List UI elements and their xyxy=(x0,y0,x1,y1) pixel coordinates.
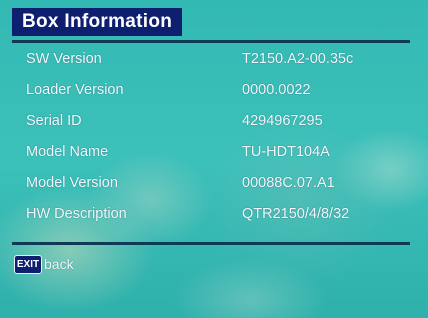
exit-key-icon[interactable]: EXIT xyxy=(14,255,42,274)
row-serial-id: Serial ID 4294967295 xyxy=(12,108,410,139)
row-value: 4294967295 xyxy=(242,113,323,129)
row-value: 0000.0022 xyxy=(242,82,311,98)
row-value: 00088C.07.A1 xyxy=(242,175,335,191)
row-loader-version: Loader Version 0000.0022 xyxy=(12,77,410,108)
row-model-version: Model Version 00088C.07.A1 xyxy=(12,170,410,201)
row-hw-description: HW Description QTR2150/4/8/32 xyxy=(12,201,410,232)
row-model-name: Model Name TU-HDT104A xyxy=(12,139,410,170)
info-table: SW Version T2150.A2-00.35c Loader Versio… xyxy=(12,46,410,232)
row-value: QTR2150/4/8/32 xyxy=(242,206,350,222)
bottom-divider xyxy=(12,242,410,245)
row-label: Serial ID xyxy=(26,113,82,129)
top-divider xyxy=(12,40,410,43)
row-value: T2150.A2-00.35c xyxy=(242,51,354,67)
back-hint-label: back xyxy=(44,256,74,272)
row-label: SW Version xyxy=(26,51,102,67)
row-label: Model Name xyxy=(26,144,109,160)
row-label: Model Version xyxy=(26,175,118,191)
row-sw-version: SW Version T2150.A2-00.35c xyxy=(12,46,410,77)
row-label: HW Description xyxy=(26,206,127,222)
page-title: Box Information xyxy=(12,8,183,36)
row-label: Loader Version xyxy=(26,82,124,98)
row-value: TU-HDT104A xyxy=(242,144,330,160)
